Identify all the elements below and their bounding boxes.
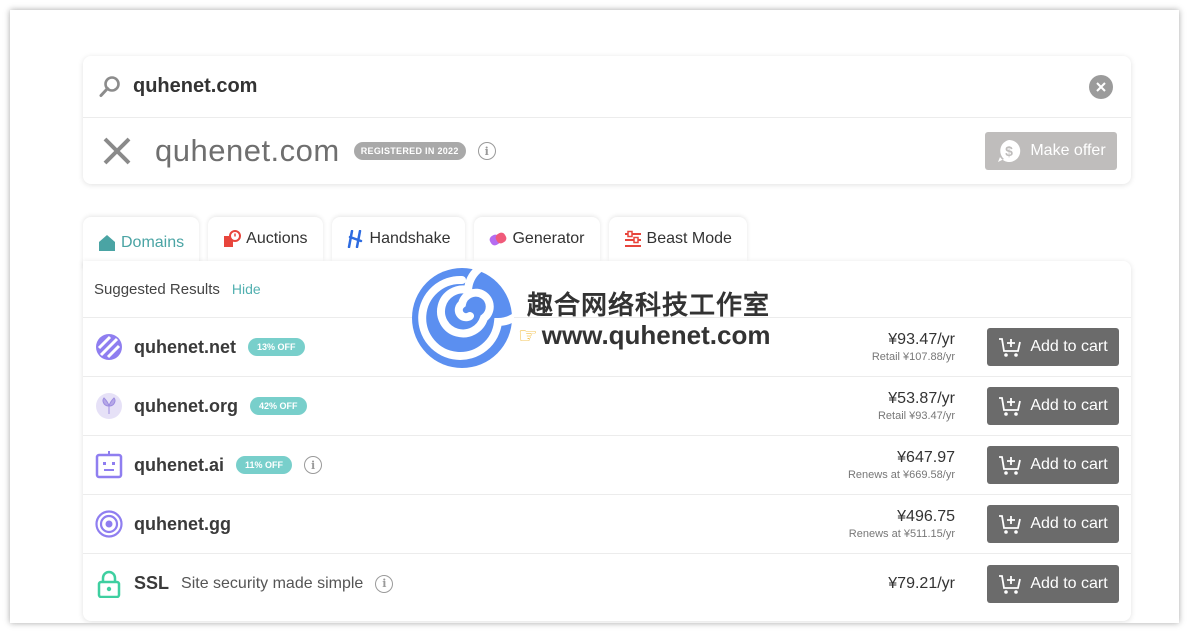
svg-text:$: $ xyxy=(1005,143,1013,159)
price: ¥53.87/yr xyxy=(888,390,955,407)
discount-badge: 11% OFF xyxy=(236,456,293,474)
search-card: quhenet.com quhenet.com REGISTERED IN 20… xyxy=(83,56,1131,184)
ai-tld-icon xyxy=(95,451,123,479)
result-row-gg: quhenet.gg ¥496.75 Renews at ¥511.15/yr … xyxy=(83,495,1131,554)
home-icon xyxy=(98,234,116,252)
tab-label: Handshake xyxy=(369,230,451,247)
row-domain[interactable]: quhenet.org xyxy=(134,396,238,417)
auction-clock-icon xyxy=(223,230,242,248)
result-row-org: quhenet.org 42% OFF ¥53.87/yr Retail ¥93… xyxy=(83,377,1131,436)
tab-generator[interactable]: Generator xyxy=(474,217,600,261)
price: ¥496.75 xyxy=(897,508,955,525)
watermark-url: www.quhenet.com xyxy=(541,320,771,350)
result-row-ssl: SSL Site security made simple i ¥79.21/y… xyxy=(83,554,1131,613)
offer-dollar-icon: $ xyxy=(998,139,1021,162)
tab-label: Beast Mode xyxy=(646,230,732,247)
retail-price: Retail ¥93.47/yr xyxy=(877,410,955,422)
make-offer-label: Make offer xyxy=(1030,142,1106,159)
price-block: ¥647.97 Renews at ¥669.58/yr xyxy=(848,449,955,481)
add-to-cart-label: Add to cart xyxy=(1030,515,1108,532)
price-block: ¥53.87/yr Retail ¥93.47/yr xyxy=(878,390,955,422)
org-tld-icon xyxy=(95,392,123,420)
sliders-icon xyxy=(624,230,642,248)
add-to-cart-label: Add to cart xyxy=(1030,574,1108,592)
row-domain[interactable]: quhenet.gg xyxy=(134,514,231,535)
retail-price: Retail ¥107.88/yr xyxy=(871,351,955,363)
cart-plus-icon xyxy=(999,338,1022,357)
watermark-spiral-logo xyxy=(412,266,514,368)
add-to-cart-button[interactable]: Add to cart xyxy=(987,505,1119,543)
unavailable-x-icon xyxy=(99,133,135,169)
cart-plus-icon xyxy=(999,515,1022,534)
price: ¥93.47/yr xyxy=(888,331,955,348)
taken-domain: quhenet.com xyxy=(155,133,340,168)
price: ¥79.21/yr xyxy=(888,574,955,592)
lock-icon xyxy=(95,570,123,598)
pointing-hand-icon: ☞ xyxy=(518,322,538,348)
price-block: ¥496.75 Renews at ¥511.15/yr xyxy=(849,508,955,540)
clear-search-button[interactable] xyxy=(1089,74,1113,99)
tab-label: Domains xyxy=(121,234,185,251)
make-offer-button[interactable]: $ Make offer xyxy=(985,132,1117,170)
discount-badge: 42% OFF xyxy=(250,397,307,415)
close-icon xyxy=(1096,81,1106,92)
add-to-cart-button[interactable]: Add to cart xyxy=(987,387,1119,425)
info-icon[interactable]: i xyxy=(477,142,496,160)
ssl-subtitle: Site security made simple xyxy=(181,574,364,592)
lookup-result: quhenet.com REGISTERED IN 2022 i $ Make … xyxy=(83,118,1131,184)
cart-plus-icon xyxy=(999,456,1022,475)
row-domain[interactable]: quhenet.net xyxy=(134,337,236,358)
tab-auctions[interactable]: Auctions xyxy=(208,217,323,261)
row-domain[interactable]: quhenet.ai xyxy=(134,455,224,476)
renewal-price: Renews at ¥669.58/yr xyxy=(847,469,955,481)
net-tld-icon xyxy=(95,333,123,361)
tab-label: Generator xyxy=(512,230,585,247)
search-bar: quhenet.com xyxy=(83,56,1131,118)
cart-plus-icon xyxy=(999,574,1022,594)
price-block: ¥79.21/yr xyxy=(888,575,955,593)
watermark-url-line: ☞ www.quhenet.com xyxy=(518,320,770,351)
renewal-price: Renews at ¥511.15/yr xyxy=(848,528,955,540)
row-domain[interactable]: SSL xyxy=(134,573,169,594)
add-to-cart-label: Add to cart xyxy=(1030,397,1108,414)
hide-link[interactable]: Hide xyxy=(232,281,261,297)
generator-icon xyxy=(489,230,507,248)
price: ¥647.97 xyxy=(897,449,955,466)
tab-handshake[interactable]: Handshake xyxy=(331,217,466,261)
search-icon xyxy=(97,74,123,100)
add-to-cart-label: Add to cart xyxy=(1030,338,1108,355)
app-frame: quhenet.com quhenet.com REGISTERED IN 20… xyxy=(10,10,1179,623)
info-icon[interactable]: i xyxy=(375,574,394,593)
registered-badge: REGISTERED IN 2022 xyxy=(353,142,466,160)
cart-plus-icon xyxy=(999,397,1022,416)
gg-tld-icon xyxy=(95,510,123,538)
add-to-cart-button[interactable]: Add to cart xyxy=(987,446,1119,484)
add-to-cart-label: Add to cart xyxy=(1030,456,1108,473)
info-icon[interactable]: i xyxy=(304,456,323,474)
add-to-cart-button[interactable]: Add to cart xyxy=(987,564,1119,603)
handshake-h-icon xyxy=(347,230,365,248)
result-row-ai: quhenet.ai 11% OFF i ¥647.97 Renews at ¥… xyxy=(83,436,1131,495)
tab-beast-mode[interactable]: Beast Mode xyxy=(608,217,747,261)
results-title: Suggested Results xyxy=(94,280,220,298)
search-input[interactable]: quhenet.com xyxy=(133,75,1089,98)
add-to-cart-button[interactable]: Add to cart xyxy=(987,328,1119,366)
discount-badge: 13% OFF xyxy=(248,338,305,356)
watermark-title: 趣合网络科技工作室 xyxy=(527,290,771,320)
price-block: ¥93.47/yr Retail ¥107.88/yr xyxy=(872,331,955,363)
tab-label: Auctions xyxy=(246,230,308,247)
